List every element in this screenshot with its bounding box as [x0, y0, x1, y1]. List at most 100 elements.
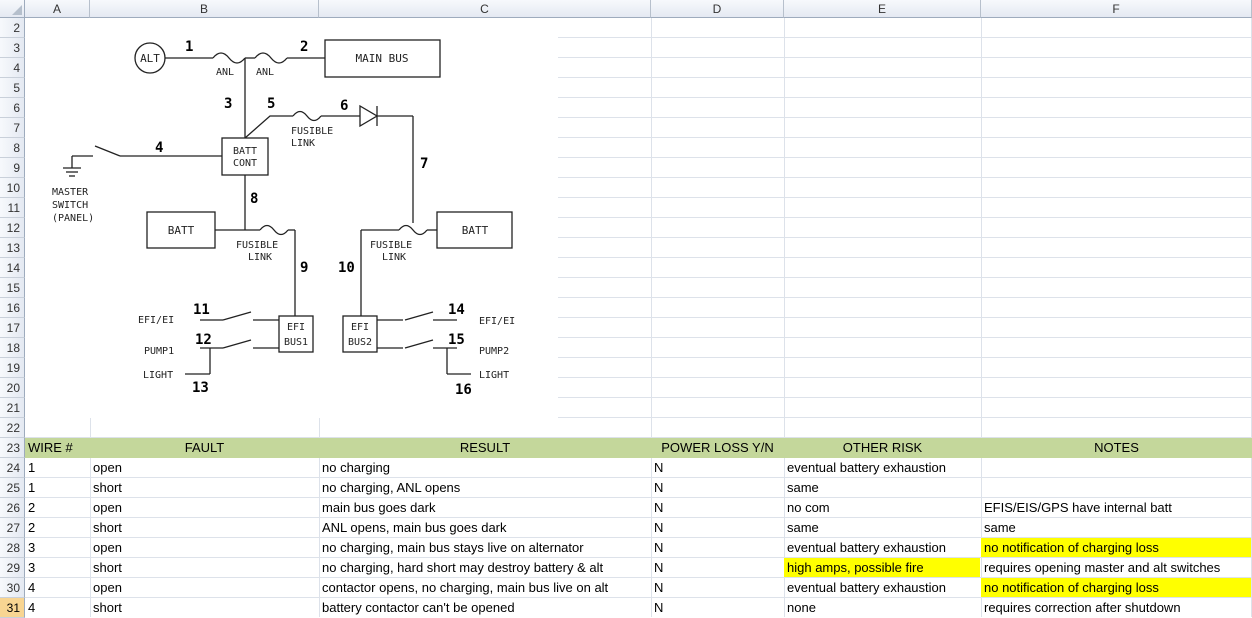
cell-result[interactable]: no charging: [319, 458, 650, 477]
cell-notes[interactable]: no notification of charging loss: [981, 578, 1251, 597]
cell-notes[interactable]: EFIS/EIS/GPS have internal batt: [981, 498, 1251, 517]
cell-power-loss[interactable]: N: [651, 458, 783, 477]
cell-other-risk[interactable]: no com: [784, 498, 980, 517]
row-header[interactable]: 16: [0, 298, 25, 318]
cell-wire[interactable]: 3: [25, 558, 89, 577]
cell-notes[interactable]: no notification of charging loss: [981, 538, 1251, 557]
wiring-diagram[interactable]: ALT MAIN BUS ANL ANL BATT CONT FUSIBLE L…: [25, 18, 558, 418]
column-header-e[interactable]: E: [784, 0, 981, 18]
cell-power-loss[interactable]: N: [651, 578, 783, 597]
cell-power-loss[interactable]: N: [651, 478, 783, 497]
column-header-a[interactable]: A: [25, 0, 90, 18]
cell-other-risk[interactable]: eventual battery exhaustion: [784, 578, 980, 597]
row-header[interactable]: 2: [0, 18, 25, 38]
row-header[interactable]: 11: [0, 198, 25, 218]
row-header[interactable]: 21: [0, 398, 25, 418]
cell-result[interactable]: no charging, main bus stays live on alte…: [319, 538, 650, 557]
row-header[interactable]: 12: [0, 218, 25, 238]
row-header[interactable]: 7: [0, 118, 25, 138]
wire-number: 12: [195, 332, 212, 348]
row-header[interactable]: 17: [0, 318, 25, 338]
cell-fault[interactable]: open: [90, 498, 318, 517]
alt-label: ALT: [140, 52, 160, 65]
cell-result[interactable]: ANL opens, main bus goes dark: [319, 518, 650, 537]
cell-other-risk[interactable]: high amps, possible fire: [784, 558, 980, 577]
cell-power-loss[interactable]: N: [651, 558, 783, 577]
cell-wire[interactable]: 1: [25, 458, 89, 477]
row-header[interactable]: 30: [0, 578, 25, 598]
cell-wire[interactable]: 3: [25, 538, 89, 557]
wire-number: 1: [185, 39, 193, 55]
row-header[interactable]: 23: [0, 438, 25, 458]
cell-wire[interactable]: 2: [25, 518, 89, 537]
row-header[interactable]: 24: [0, 458, 25, 478]
row-header[interactable]: 6: [0, 98, 25, 118]
cell-result[interactable]: no charging, ANL opens: [319, 478, 650, 497]
header-cell-notes[interactable]: NOTES: [981, 438, 1252, 458]
cell-power-loss[interactable]: N: [651, 538, 783, 557]
column-header-c[interactable]: C: [319, 0, 651, 18]
light-label: LIGHT: [479, 370, 509, 381]
cell-result[interactable]: no charging, hard short may destroy batt…: [319, 558, 650, 577]
select-all-corner[interactable]: [0, 0, 25, 18]
cell-other-risk[interactable]: none: [784, 598, 980, 617]
row-header[interactable]: 29: [0, 558, 25, 578]
wire-number: 8: [250, 191, 258, 207]
header-cell-power-loss[interactable]: POWER LOSS Y/N: [651, 438, 784, 458]
cell-power-loss[interactable]: N: [651, 498, 783, 517]
row-header[interactable]: 20: [0, 378, 25, 398]
row-header[interactable]: 14: [0, 258, 25, 278]
row-header[interactable]: 22: [0, 418, 25, 438]
row-header[interactable]: 3: [0, 38, 25, 58]
row-header[interactable]: 4: [0, 58, 25, 78]
fusible-link-label: FUSIBLE: [236, 240, 278, 251]
row-header[interactable]: 27: [0, 518, 25, 538]
cell-fault[interactable]: short: [90, 598, 318, 617]
cell-other-risk[interactable]: same: [784, 478, 980, 497]
cell-notes[interactable]: same: [981, 518, 1251, 537]
cell-fault[interactable]: short: [90, 478, 318, 497]
cell-fault[interactable]: short: [90, 518, 318, 537]
cell-result[interactable]: battery contactor can't be opened: [319, 598, 650, 617]
cell-other-risk[interactable]: eventual battery exhaustion: [784, 458, 980, 477]
cell-fault[interactable]: short: [90, 558, 318, 577]
cell-fault[interactable]: open: [90, 458, 318, 477]
row-header[interactable]: 15: [0, 278, 25, 298]
cell-wire[interactable]: 2: [25, 498, 89, 517]
cell-notes[interactable]: requires opening master and alt switches: [981, 558, 1251, 577]
row-header[interactable]: 19: [0, 358, 25, 378]
row-header[interactable]: 31: [0, 598, 25, 618]
row-header[interactable]: 9: [0, 158, 25, 178]
header-cell-result[interactable]: RESULT: [319, 438, 651, 458]
cell-wire[interactable]: 4: [25, 578, 89, 597]
cell-notes[interactable]: requires correction after shutdown: [981, 598, 1251, 617]
row-header[interactable]: 28: [0, 538, 25, 558]
column-header-f[interactable]: F: [981, 0, 1252, 18]
cell-result[interactable]: contactor opens, no charging, main bus l…: [319, 578, 650, 597]
cell-power-loss[interactable]: N: [651, 518, 783, 537]
efi-ei-label: EFI/EI: [138, 315, 174, 326]
cell-wire[interactable]: 1: [25, 478, 89, 497]
row-header[interactable]: 25: [0, 478, 25, 498]
fusible-link-label: LINK: [291, 138, 315, 149]
header-cell-fault[interactable]: FAULT: [90, 438, 319, 458]
header-cell-other-risk[interactable]: OTHER RISK: [784, 438, 981, 458]
cell-notes[interactable]: [981, 478, 1251, 497]
row-header[interactable]: 13: [0, 238, 25, 258]
cell-wire[interactable]: 4: [25, 598, 89, 617]
row-header[interactable]: 8: [0, 138, 25, 158]
cell-fault[interactable]: open: [90, 538, 318, 557]
cell-other-risk[interactable]: eventual battery exhaustion: [784, 538, 980, 557]
row-header[interactable]: 18: [0, 338, 25, 358]
column-header-d[interactable]: D: [651, 0, 784, 18]
column-header-b[interactable]: B: [90, 0, 319, 18]
row-header[interactable]: 26: [0, 498, 25, 518]
cell-fault[interactable]: open: [90, 578, 318, 597]
header-cell-wire[interactable]: WIRE #: [25, 438, 90, 458]
row-header[interactable]: 5: [0, 78, 25, 98]
cell-notes[interactable]: [981, 458, 1251, 477]
cell-result[interactable]: main bus goes dark: [319, 498, 650, 517]
row-header[interactable]: 10: [0, 178, 25, 198]
cell-power-loss[interactable]: N: [651, 598, 783, 617]
cell-other-risk[interactable]: same: [784, 518, 980, 537]
